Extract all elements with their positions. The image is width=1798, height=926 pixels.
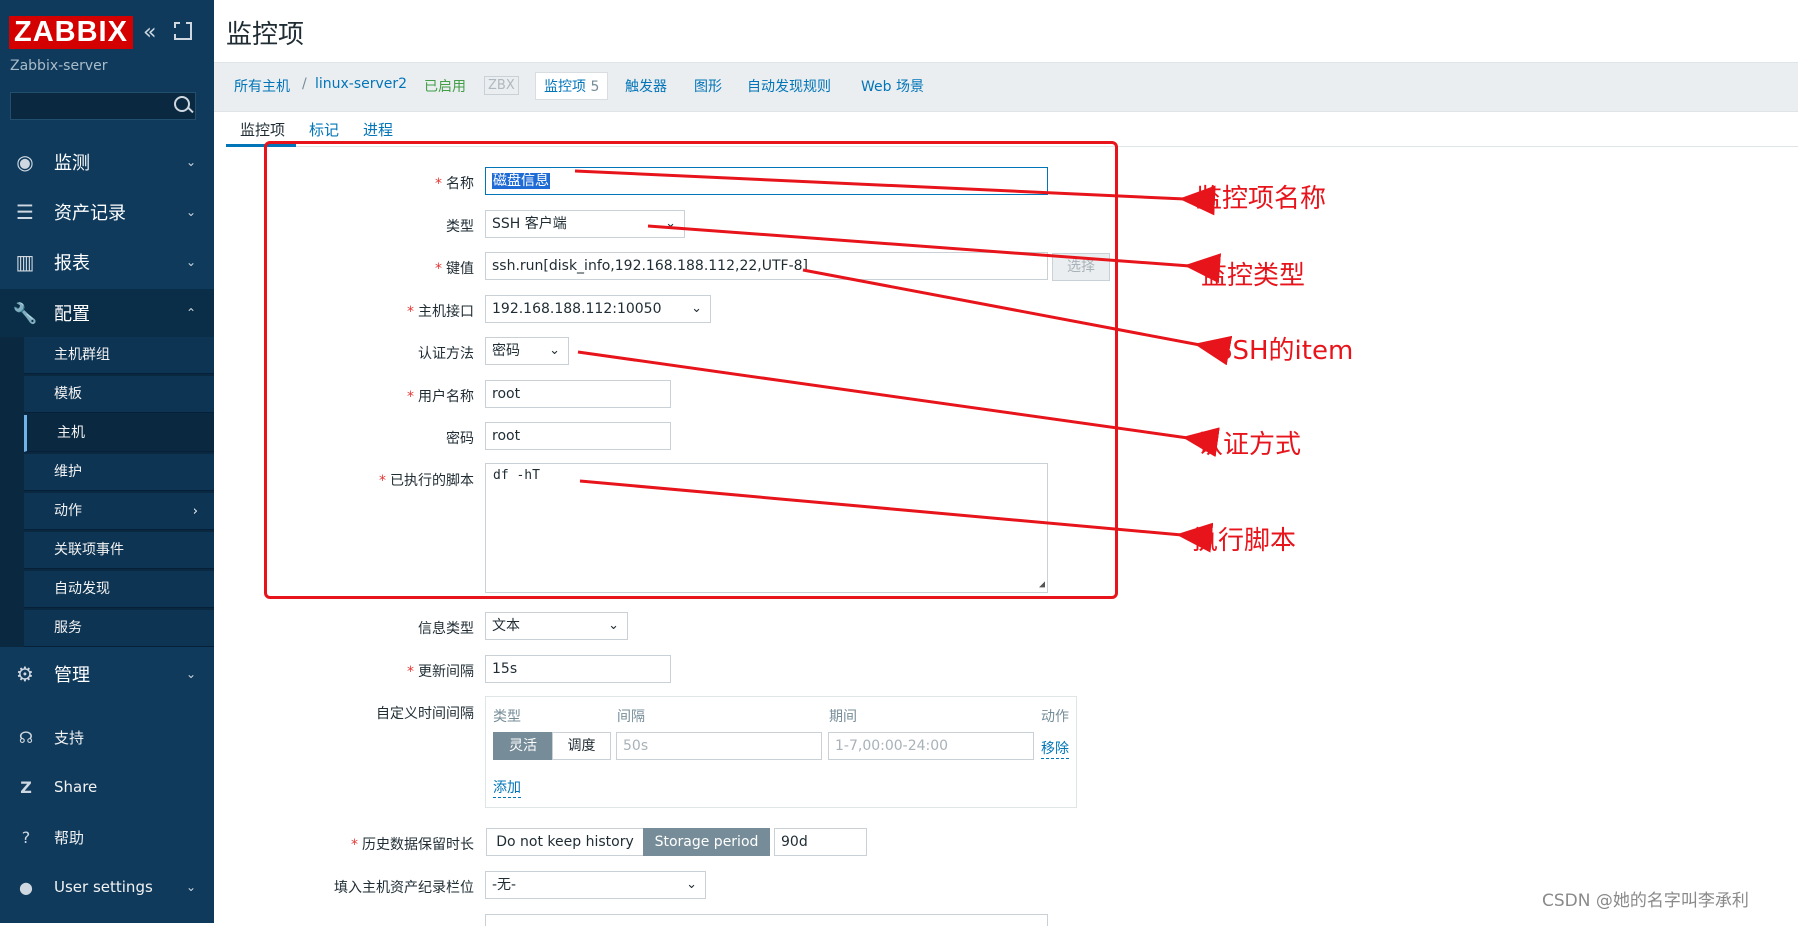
annotation-auth-method: 认证方式: [1197, 430, 1302, 460]
arrow-auth: [577, 350, 1220, 458]
arrow-type: [647, 224, 1222, 284]
arrow-name: [574, 169, 1216, 216]
arrow-script: [579, 479, 1214, 553]
csdn-watermark: CSDN @她的名字叫李承利: [1542, 891, 1749, 911]
arrow-key: [802, 268, 1233, 366]
annotation-exec-script: 执行脚本: [1192, 526, 1297, 556]
annotation-item-name: 监控项名称: [1196, 184, 1327, 214]
annotation-arrows: [574, 169, 1233, 553]
annotation-ssh-item: SSH的item: [1216, 336, 1354, 366]
annotation-item-type: 监控类型: [1201, 261, 1306, 291]
